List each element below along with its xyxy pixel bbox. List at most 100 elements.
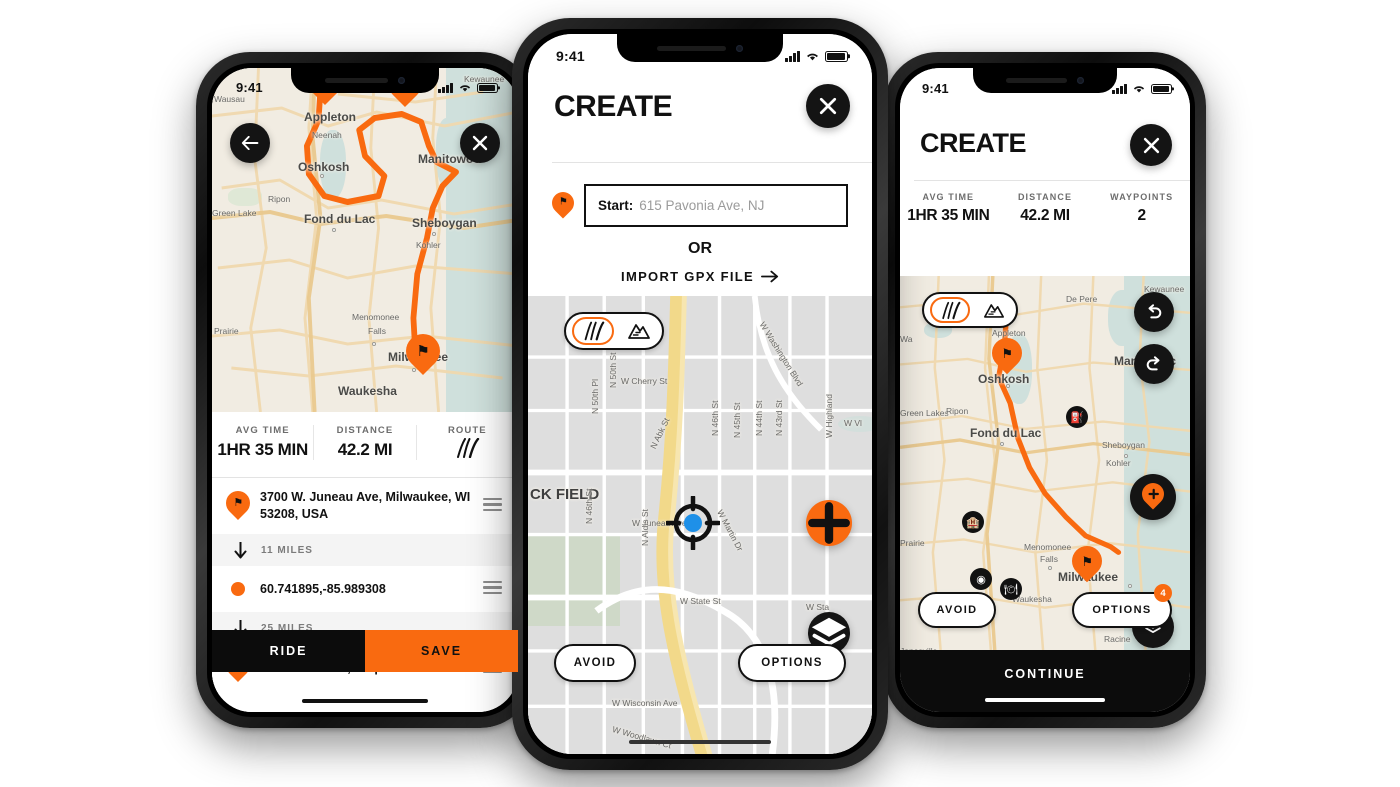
page-title: CREATE <box>920 128 1027 158</box>
waypoint-row[interactable]: ⚑ 3700 W. Juneau Ave, Milwaukee, WI 5320… <box>212 478 518 534</box>
wifi-icon <box>807 53 818 61</box>
close-button-right[interactable] <box>1130 124 1172 166</box>
arrow-down-icon <box>234 541 247 558</box>
stat-value: 42.2 MI <box>1020 207 1070 224</box>
toggle-offroad[interactable] <box>622 317 656 345</box>
stat-key: DISTANCE <box>336 425 394 436</box>
arrow-right-icon <box>760 270 779 283</box>
phone-left: Kewaunee Wausau Appleton Neenah Manitowo… <box>196 52 534 728</box>
avoid-button-center[interactable]: AVOID <box>554 644 636 682</box>
page-title: CREATE <box>554 90 673 123</box>
toggle-road-route[interactable] <box>930 297 970 323</box>
crosshair-location-icon[interactable] <box>666 496 720 550</box>
stat-key: AVG TIME <box>235 425 290 436</box>
options-badge: 4 <box>1154 584 1172 602</box>
notch-right <box>973 68 1117 93</box>
phone-right: CREATE AVG TIME 1HR 35 MIN DISTANCE 42.2… <box>884 52 1206 728</box>
waypoint-dot-icon <box>231 582 245 596</box>
stat-value: 42.2 MI <box>337 440 393 459</box>
stat-key: AVG TIME <box>922 192 975 202</box>
continue-button[interactable]: CONTINUE <box>900 650 1190 712</box>
undo-button[interactable] <box>1134 292 1174 332</box>
stat-route: ROUTE <box>417 425 518 458</box>
plus-icon <box>808 502 850 544</box>
screenshot-canvas: Kewaunee Wausau Appleton Neenah Manitowo… <box>0 0 1400 787</box>
start-input[interactable]: Start: 615 Pavonia Ave, NJ <box>584 184 848 227</box>
start-input-placeholder: 615 Pavonia Ave, NJ <box>639 198 765 213</box>
home-indicator <box>985 698 1105 702</box>
close-icon <box>1143 137 1159 153</box>
signal-icon <box>438 82 453 93</box>
poi-fuel-icon[interactable]: ⛽ <box>1066 406 1088 428</box>
stat-key: DISTANCE <box>1017 192 1073 202</box>
ride-button[interactable]: RIDE <box>212 630 365 672</box>
home-indicator <box>629 740 771 744</box>
waypoint-row[interactable]: 60.741895,-85.989308 <box>212 566 518 612</box>
stat-value: 1HR 35 MIN <box>907 207 990 224</box>
arrow-left-icon <box>241 136 259 150</box>
map-pin-end[interactable]: ⚑ <box>398 326 448 378</box>
header-center: CREATE ⚑ Start: 615 Pavonia Ave, NJ OR I… <box>528 34 872 296</box>
phone-center-screen: CREATE ⚑ Start: 615 Pavonia Ave, NJ OR I… <box>528 34 872 754</box>
stats-left: AVG TIME 1HR 35 MIN DISTANCE 42.2 MI ROU… <box>212 412 518 475</box>
map-left[interactable]: Kewaunee Wausau Appleton Neenah Manitowo… <box>212 68 518 412</box>
offroad-mountain-icon <box>984 303 1004 318</box>
waypoint-list[interactable]: ⚑ 3700 W. Juneau Ave, Milwaukee, WI 5320… <box>212 478 518 712</box>
map-left-vectors <box>212 68 518 412</box>
flag-icon: ⚑ <box>416 342 430 360</box>
header-right: CREATE AVG TIME 1HR 35 MIN DISTANCE 42.2… <box>900 68 1190 276</box>
battery-icon <box>477 82 498 93</box>
waypoint-pin-icon: ⚑ <box>221 486 255 521</box>
action-bar-left[interactable]: RIDE SAVE <box>212 630 518 672</box>
phone-right-screen: CREATE AVG TIME 1HR 35 MIN DISTANCE 42.2… <box>900 68 1190 712</box>
leg-row: 11 MILES <box>212 534 518 566</box>
map-type-toggle-center[interactable] <box>564 312 664 350</box>
stat-waypoints: WAYPOINTS 2 <box>1093 192 1190 225</box>
add-waypoint-button[interactable] <box>806 500 852 546</box>
poi-lodging-icon[interactable]: 🏨 <box>962 511 984 533</box>
start-input-label: Start: <box>598 198 634 213</box>
road-route-icon <box>584 321 605 341</box>
phone-left-screen: Kewaunee Wausau Appleton Neenah Manitowo… <box>212 68 518 712</box>
close-button-center[interactable] <box>806 84 850 128</box>
map-center[interactable]: N 50th St N 50th Pl W Cherry St W Washin… <box>528 296 872 754</box>
add-pin-button[interactable] <box>1130 474 1176 520</box>
waypoint-label: 3700 W. Juneau Ave, Milwaukee, WI 53208,… <box>260 490 471 521</box>
phone-left-bezel: Kewaunee Wausau Appleton Neenah Manitowo… <box>207 63 523 717</box>
save-button[interactable]: SAVE <box>365 630 518 672</box>
phone-right-bezel: CREATE AVG TIME 1HR 35 MIN DISTANCE 42.2… <box>895 63 1195 717</box>
phone-center-bezel: CREATE ⚑ Start: 615 Pavonia Ave, NJ OR I… <box>523 29 877 759</box>
road-route-icon <box>942 301 961 319</box>
close-icon <box>819 97 837 115</box>
map-pin-start-right[interactable]: ⚑ <box>985 331 1029 376</box>
leg-distance: 11 MILES <box>261 544 313 556</box>
stat-key: WAYPOINTS <box>1110 192 1174 202</box>
redo-button[interactable] <box>1134 344 1174 384</box>
poi-dealer-icon[interactable]: ◉ <box>970 568 992 590</box>
stat-distance: DISTANCE 42.2 MI <box>314 425 417 460</box>
map-type-toggle-right[interactable] <box>922 292 1018 328</box>
import-gpx-button[interactable]: IMPORT GPX FILE <box>528 269 872 284</box>
signal-icon <box>1112 83 1127 94</box>
back-button[interactable] <box>230 123 270 163</box>
avoid-button-right[interactable]: AVOID <box>918 592 996 628</box>
redo-icon <box>1146 356 1160 371</box>
status-time: 9:41 <box>236 80 263 95</box>
drag-handle[interactable] <box>483 498 502 514</box>
options-button-center[interactable]: OPTIONS <box>738 644 846 682</box>
toggle-road-route[interactable] <box>572 317 614 345</box>
stat-distance: DISTANCE 42.2 MI <box>997 192 1094 225</box>
battery-icon <box>825 50 848 62</box>
drag-handle[interactable] <box>483 581 502 597</box>
stat-value: 1HR 35 MIN <box>217 440 308 459</box>
stat-value: 2 <box>1137 207 1147 224</box>
status-time: 9:41 <box>556 48 585 64</box>
import-gpx-label: IMPORT GPX FILE <box>621 269 754 284</box>
close-icon <box>472 135 488 151</box>
continue-bar[interactable]: CONTINUE <box>900 650 1190 712</box>
toggle-offroad[interactable] <box>978 297 1010 323</box>
stat-key: ROUTE <box>447 425 487 436</box>
close-button-left[interactable] <box>460 123 500 163</box>
map-pin-end-right[interactable]: ⚑ <box>1065 539 1109 584</box>
poi-food-icon[interactable]: 🍽 <box>1000 578 1022 600</box>
